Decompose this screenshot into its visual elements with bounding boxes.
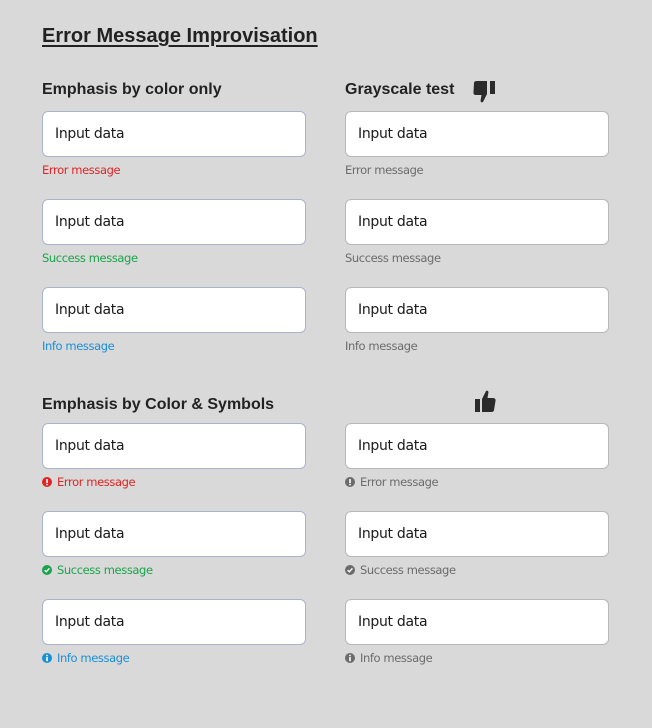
message-text: Error message — [57, 475, 136, 489]
field-info-color: Input data Info message — [42, 287, 306, 353]
message-text: Success message — [360, 563, 456, 577]
message-text: Success message — [57, 563, 153, 577]
info-message: Info message — [42, 339, 306, 353]
page: Error Message Improvisation Emphasis by … — [0, 0, 652, 728]
input-field[interactable]: Input data — [345, 199, 609, 245]
field-info-symbol: Input data Info message — [42, 599, 306, 665]
exclamation-circle-icon — [42, 477, 52, 487]
message-text: Error message — [42, 163, 121, 177]
message-text: Info message — [57, 651, 130, 665]
field-error-color: Input data Error message — [42, 111, 306, 177]
check-circle-icon — [42, 565, 52, 575]
input-field[interactable]: Input data — [345, 599, 609, 645]
heading-color-only: Emphasis by color only — [42, 81, 222, 98]
input-field[interactable]: Input data — [42, 287, 306, 333]
error-message: Error message — [345, 475, 609, 489]
field-error-symbol: Input data Error message — [42, 423, 306, 489]
field-error-gray: Input data Error message — [345, 111, 609, 177]
success-message: Success message — [345, 563, 609, 577]
input-field[interactable]: Input data — [42, 423, 306, 469]
success-message: Success message — [42, 563, 306, 577]
info-circle-icon — [345, 653, 355, 663]
field-success-symbol-gray: Input data Success message — [345, 511, 609, 577]
field-success-gray: Input data Success message — [345, 199, 609, 265]
message-text: Success message — [42, 251, 138, 265]
input-field[interactable]: Input data — [42, 199, 306, 245]
message-text: Info message — [360, 651, 433, 665]
success-message: Success message — [42, 251, 306, 265]
info-message: Info message — [345, 651, 609, 665]
input-field[interactable]: Input data — [42, 111, 306, 157]
field-success-symbol: Input data Success message — [42, 511, 306, 577]
message-text: Info message — [42, 339, 115, 353]
input-field[interactable]: Input data — [42, 599, 306, 645]
field-error-symbol-gray: Input data Error message — [345, 423, 609, 489]
error-message: Error message — [42, 475, 306, 489]
message-text: Success message — [345, 251, 441, 265]
success-message: Success message — [345, 251, 609, 265]
input-field[interactable]: Input data — [345, 423, 609, 469]
field-success-color: Input data Success message — [42, 199, 306, 265]
info-message: Info message — [42, 651, 306, 665]
heading-color-symbols: Emphasis by Color & Symbols — [42, 396, 275, 413]
input-field[interactable]: Input data — [345, 511, 609, 557]
thumbs-down-icon — [472, 80, 498, 104]
input-field[interactable]: Input data — [42, 511, 306, 557]
message-text: Error message — [345, 163, 424, 177]
info-message: Info message — [345, 339, 609, 353]
thumbs-up-icon — [472, 389, 498, 413]
heading-grayscale-test: Grayscale test — [345, 81, 455, 98]
exclamation-circle-icon — [345, 477, 355, 487]
field-info-symbol-gray: Input data Info message — [345, 599, 609, 665]
error-message: Error message — [42, 163, 306, 177]
check-circle-icon — [345, 565, 355, 575]
field-info-gray: Input data Info message — [345, 287, 609, 353]
info-circle-icon — [42, 653, 52, 663]
message-text: Info message — [345, 339, 418, 353]
input-field[interactable]: Input data — [345, 287, 609, 333]
page-title: Error Message Improvisation — [42, 25, 318, 47]
input-field[interactable]: Input data — [345, 111, 609, 157]
message-text: Error message — [360, 475, 439, 489]
error-message: Error message — [345, 163, 609, 177]
